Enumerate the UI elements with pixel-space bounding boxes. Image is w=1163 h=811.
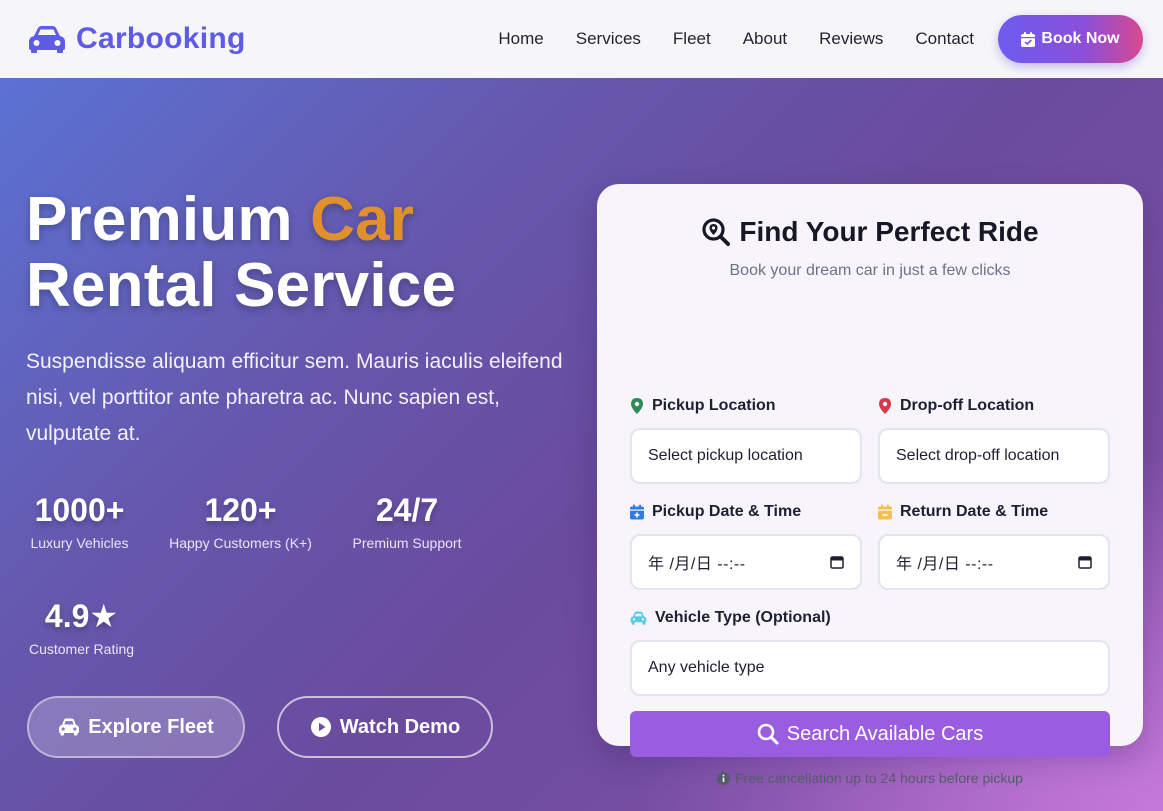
vehicle-type-label-text: Vehicle Type (Optional) xyxy=(655,609,831,626)
search-location-icon xyxy=(702,218,731,246)
play-circle-icon xyxy=(310,717,331,737)
hero-title-accent: Car xyxy=(310,185,415,254)
calendar-check-icon xyxy=(1021,31,1036,47)
cancellation-note: Free cancellation up to 24 hours before … xyxy=(597,770,1143,786)
navbar: Carbooking Home Services Fleet About Rev… xyxy=(0,0,1163,78)
hero-title: Premium Car Rental Service xyxy=(26,187,456,319)
pickup-location-label-text: Pickup Location xyxy=(652,397,776,414)
watch-demo-button[interactable]: Watch Demo xyxy=(277,696,493,758)
pickup-datetime-input[interactable]: 年 /月/日 --:-- xyxy=(630,534,862,590)
dropoff-location-label-text: Drop-off Location xyxy=(900,397,1035,414)
car-icon xyxy=(630,611,647,625)
explore-fleet-button[interactable]: Explore Fleet xyxy=(27,696,245,758)
map-pin-icon xyxy=(631,398,643,414)
explore-fleet-label: Explore Fleet xyxy=(88,715,214,738)
stat-customer-rating: 4.9★ Customer Rating xyxy=(26,597,137,657)
pickup-location-value: Select pickup location xyxy=(648,447,803,464)
booking-card: Find Your Perfect Ride Book your dream c… xyxy=(597,184,1143,786)
search-icon xyxy=(757,723,779,745)
search-button-label: Search Available Cars xyxy=(786,722,984,745)
dropoff-location-label: Drop-off Location xyxy=(878,397,1034,415)
stat-label: Happy Customers (K+) xyxy=(169,535,312,551)
stat-value: 1000+ xyxy=(34,492,125,528)
pickup-location-label: Pickup Location xyxy=(630,397,776,415)
stat-happy-customers: 120+ Happy Customers (K+) xyxy=(165,491,316,551)
return-datetime-value: 年 /月/日 --:-- xyxy=(896,556,994,573)
brand-name: Carbooking xyxy=(76,22,246,55)
car-icon xyxy=(59,718,80,736)
dropoff-location-value: Select drop-off location xyxy=(896,447,1060,464)
pickup-datetime-value: 年 /月/日 --:-- xyxy=(648,556,746,573)
return-date-label: Return Date & Time xyxy=(878,503,1048,521)
pickup-date-label: Pickup Date & Time xyxy=(630,503,801,521)
car-icon xyxy=(29,26,65,53)
nav-menu: Home Services Fleet About Reviews Contac… xyxy=(498,29,974,49)
calendar-plus-icon xyxy=(630,504,644,520)
hero-title-part1: Premium xyxy=(26,185,311,254)
search-available-cars-button[interactable]: Search Available Cars xyxy=(630,711,1110,757)
hero-description: Suspendisse aliquam efficitur sem. Mauri… xyxy=(26,350,563,445)
nav-link-contact[interactable]: Contact xyxy=(915,29,974,49)
calendar-minus-icon xyxy=(878,504,892,520)
booking-title-text: Find Your Perfect Ride xyxy=(739,216,1039,247)
stat-label: Customer Rating xyxy=(28,641,135,657)
pickup-location-select[interactable]: Select pickup location xyxy=(630,428,862,484)
stat-luxury-vehicles: 1000+ Luxury Vehicles xyxy=(26,491,133,551)
nav-link-fleet[interactable]: Fleet xyxy=(673,29,711,49)
watch-demo-label: Watch Demo xyxy=(339,715,461,738)
stat-label: Premium Support xyxy=(352,535,462,551)
stat-value: 24/7 xyxy=(375,492,439,528)
vehicle-type-select[interactable]: Any vehicle type xyxy=(630,640,1110,696)
nav-link-reviews[interactable]: Reviews xyxy=(819,29,883,49)
nav-link-about[interactable]: About xyxy=(743,29,787,49)
hero-section: Premium Car Rental Service Suspendisse a… xyxy=(0,78,1163,811)
nav-link-home[interactable]: Home xyxy=(498,29,543,49)
book-now-label: Book Now xyxy=(1041,30,1120,47)
calendar-icon[interactable] xyxy=(830,555,844,569)
info-circle-icon xyxy=(717,771,731,785)
stat-value: 120+ xyxy=(204,492,277,528)
stat-value: 4.9★ xyxy=(44,598,119,634)
stat-premium-support: 24/7 Premium Support xyxy=(349,491,465,551)
vehicle-type-label: Vehicle Type (Optional) xyxy=(630,609,831,627)
book-now-button[interactable]: Book Now xyxy=(998,15,1143,63)
dropoff-location-select[interactable]: Select drop-off location xyxy=(878,428,1110,484)
booking-title: Find Your Perfect Ride xyxy=(597,216,1143,248)
cancellation-note-text: Free cancellation up to 24 hours before … xyxy=(735,770,1023,786)
calendar-icon[interactable] xyxy=(1078,555,1092,569)
hero-title-line2: Rental Service xyxy=(26,251,457,320)
pickup-date-label-text: Pickup Date & Time xyxy=(652,503,802,520)
stat-label: Luxury Vehicles xyxy=(30,535,129,551)
vehicle-type-value: Any vehicle type xyxy=(648,659,765,676)
return-datetime-input[interactable]: 年 /月/日 --:-- xyxy=(878,534,1110,590)
nav-link-services[interactable]: Services xyxy=(576,29,641,49)
map-pin-icon xyxy=(879,398,891,414)
brand-logo[interactable]: Carbooking xyxy=(26,22,246,56)
booking-subtitle: Book your dream car in just a few clicks xyxy=(729,262,1011,279)
return-date-label-text: Return Date & Time xyxy=(900,503,1049,520)
